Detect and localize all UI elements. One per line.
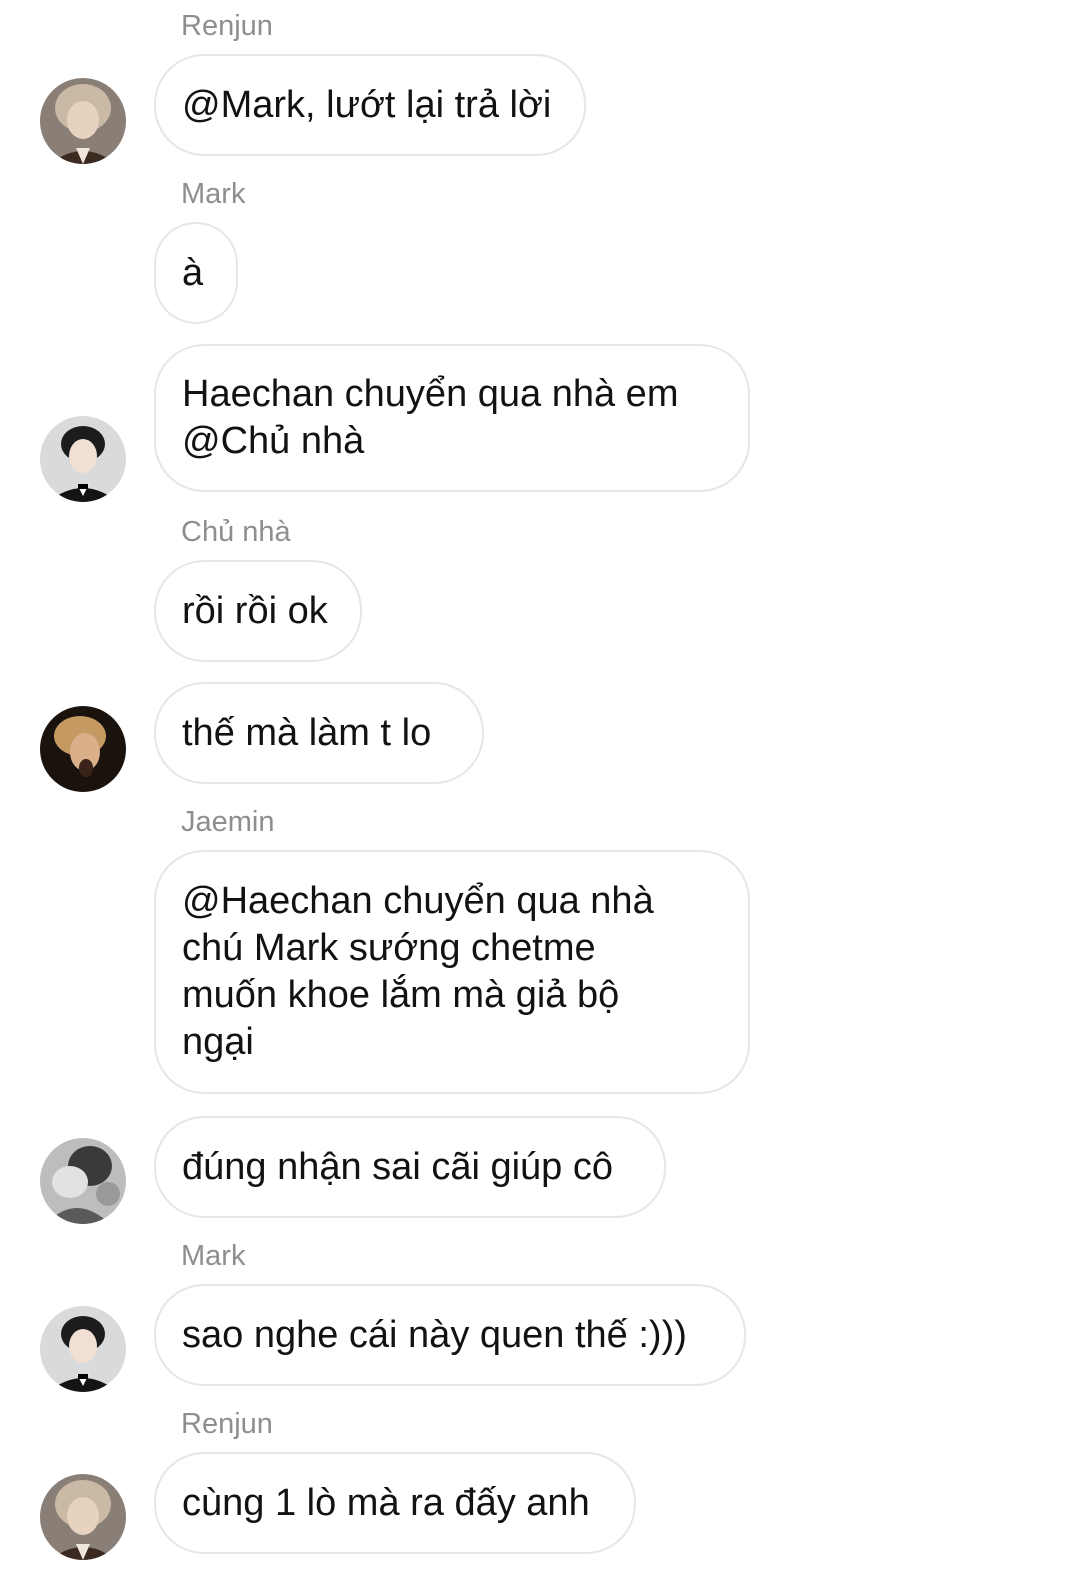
avatar-mark[interactable]	[40, 1306, 126, 1392]
message-bubble[interactable]: đúng nhận sai cãi giúp cô	[154, 1116, 666, 1218]
message-text: @Mark, lướt lại trả lời	[182, 83, 552, 126]
message-text: thế mà làm t lo	[182, 711, 432, 754]
message-text: rồi rồi ok	[182, 589, 328, 632]
avatar-jaemin[interactable]	[40, 1138, 126, 1224]
avatar-mark[interactable]	[40, 416, 126, 502]
message-text: Haechan chuyển qua nhà em @Chủ nhà	[182, 373, 679, 462]
message-text: à	[182, 251, 204, 294]
avatar-chu-nha[interactable]	[40, 706, 126, 792]
message-bubble[interactable]: Haechan chuyển qua nhà em @Chủ nhà	[154, 344, 750, 492]
message-bubble[interactable]: @Mark, lướt lại trả lời	[154, 54, 586, 156]
sender-name: Renjun	[181, 10, 273, 42]
avatar-renjun[interactable]	[40, 1474, 126, 1560]
sender-name: Chủ nhà	[181, 516, 291, 548]
sender-name: Mark	[181, 178, 246, 210]
message-text: sao nghe cái này quen thế :)))	[182, 1313, 687, 1356]
avatar-renjun[interactable]	[40, 78, 126, 164]
message-bubble[interactable]: rồi rồi ok	[154, 560, 362, 662]
message-bubble[interactable]: à	[154, 222, 238, 324]
message-bubble[interactable]: thế mà làm t lo	[154, 682, 484, 784]
sender-name: Renjun	[181, 1408, 273, 1440]
message-bubble[interactable]: cùng 1 lò mà ra đấy anh	[154, 1452, 636, 1554]
sender-name: Mark	[181, 1240, 246, 1272]
message-bubble[interactable]: sao nghe cái này quen thế :)))	[154, 1284, 746, 1386]
sender-name: Jaemin	[181, 806, 275, 838]
message-text: cùng 1 lò mà ra đấy anh	[182, 1481, 590, 1524]
message-text: @Haechan chuyển qua nhà chú Mark sướng c…	[182, 880, 654, 1063]
message-text: đúng nhận sai cãi giúp cô	[182, 1145, 613, 1188]
message-bubble[interactable]: @Haechan chuyển qua nhà chú Mark sướng c…	[154, 850, 750, 1094]
